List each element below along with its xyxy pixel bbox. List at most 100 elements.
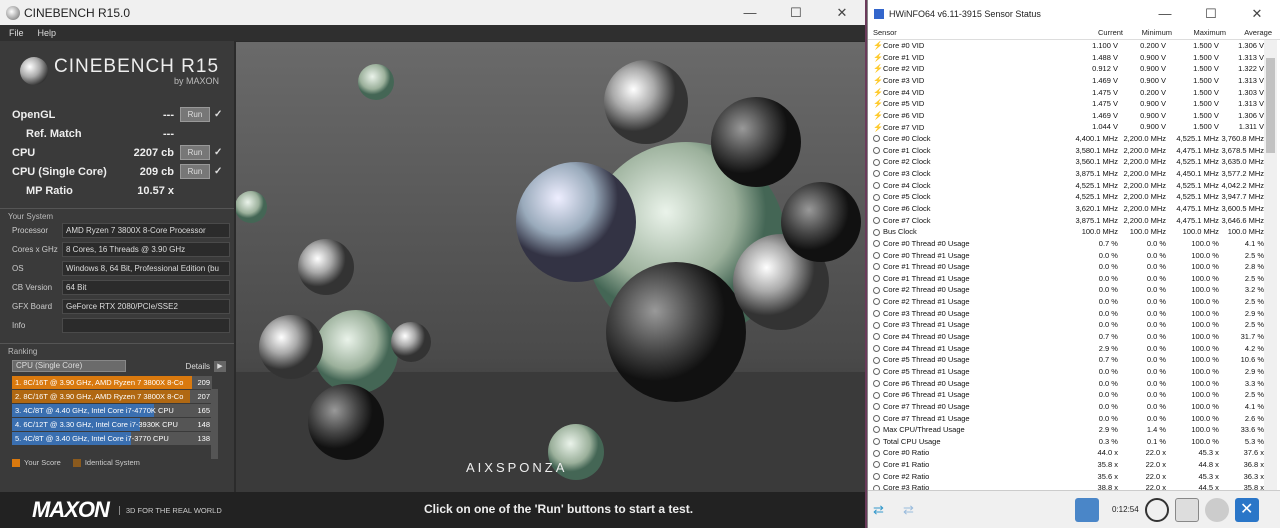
sensor-row[interactable]: ⚡ Core #2 VID 0.912 V 0.900 V 1.500 V 1.322 V bbox=[868, 63, 1264, 75]
menu-help[interactable]: Help bbox=[38, 28, 57, 38]
sensor-current: 38.8 x bbox=[1097, 483, 1118, 490]
sensor-scrollbar[interactable] bbox=[1264, 40, 1277, 490]
col-minimum[interactable]: Minimum bbox=[1123, 27, 1172, 39]
sensor-row[interactable]: ⚡ Core #4 VID 1.475 V 0.200 V 1.500 V 1.303 V bbox=[868, 87, 1264, 99]
network-icon[interactable] bbox=[1075, 497, 1099, 522]
sensor-name-cell: Core #4 Clock bbox=[868, 180, 1069, 192]
sensor-row[interactable]: Core #2 Thread #1 Usage 0.0 % 0.0 % 100.0 %… bbox=[868, 296, 1264, 308]
sensor-name-cell: ⚡ Core #2 VID bbox=[868, 63, 1069, 75]
sensor-minimum: 0.0 % bbox=[1146, 355, 1166, 365]
sensor-row[interactable]: Core #6 Thread #0 Usage 0.0 % 0.0 % 100.0 %… bbox=[868, 378, 1264, 390]
sensor-row[interactable]: Core #5 Clock 4,525.1 MHz 2,200.0 MHz 4,525… bbox=[868, 191, 1264, 203]
col-sensor[interactable]: Sensor bbox=[868, 27, 1073, 39]
check-icon: ✓ bbox=[214, 147, 223, 158]
system-value[interactable]: GeForce RTX 2080/PCIe/SSE2 bbox=[62, 299, 230, 314]
sensor-row[interactable]: Core #5 Thread #1 Usage 0.0 % 0.0 % 100.0 %… bbox=[868, 366, 1264, 378]
score-value: 2207 cb bbox=[133, 146, 174, 159]
clock-icon[interactable] bbox=[1144, 497, 1169, 522]
ranking-item[interactable]: 1. 8C/16T @ 3.90 GHz, AMD Ryzen 7 3800X … bbox=[12, 376, 212, 389]
sensor-row[interactable]: Core #1 Clock 3,580.1 MHz 2,200.0 MHz 4,475… bbox=[868, 145, 1264, 157]
menu-file[interactable]: File bbox=[9, 28, 24, 38]
ranking-name: 5. 4C/8T @ 3.40 GHz, Intel Core i7-3770 … bbox=[15, 434, 169, 443]
sensor-name-cell: Core #5 Thread #0 Usage bbox=[868, 354, 1069, 366]
report-icon[interactable] bbox=[1174, 497, 1199, 522]
sensor-row[interactable]: Core #3 Clock 3,875.1 MHz 2,200.0 MHz 4,450… bbox=[868, 168, 1264, 180]
system-value[interactable]: AMD Ryzen 7 3800X 8-Core Processor bbox=[62, 223, 230, 238]
hw-minimize-icon[interactable]: — bbox=[1142, 6, 1188, 21]
sensor-row[interactable]: Core #4 Clock 4,525.1 MHz 2,200.0 MHz 4,525… bbox=[868, 180, 1264, 192]
sensor-row[interactable]: Core #7 Thread #1 Usage 0.0 % 0.0 % 100.0 %… bbox=[868, 413, 1264, 425]
sensor-maximum: 100.0 % bbox=[1191, 285, 1219, 295]
nav-collapse-icon[interactable]: ⇄ bbox=[903, 503, 925, 516]
system-value[interactable]: Windows 8, 64 Bit, Professional Edition … bbox=[62, 261, 230, 276]
sensor-row[interactable]: Core #4 Thread #1 Usage 2.9 % 0.0 % 100.0 %… bbox=[868, 343, 1264, 355]
run-button[interactable]: Run bbox=[180, 107, 210, 122]
close-app-icon[interactable]: ✕ bbox=[1234, 497, 1259, 522]
sensor-row[interactable]: Max CPU/Thread Usage 2.9 % 1.4 % 100.0 % 33.… bbox=[868, 424, 1264, 436]
sensor-row[interactable]: Total CPU Usage 0.3 % 0.1 % 100.0 % 5.3 % bbox=[868, 436, 1264, 448]
sensor-row[interactable]: Core #3 Ratio 38.8 x 22.0 x 44.5 x 35.8 x bbox=[868, 482, 1264, 490]
system-row: OS Windows 8, 64 Bit, Professional Editio… bbox=[0, 259, 234, 278]
ranking-item[interactable]: 4. 6C/12T @ 3.30 GHz, Intel Core i7-3930… bbox=[12, 418, 212, 431]
sensor-row[interactable]: Core #5 Thread #0 Usage 0.7 % 0.0 % 100.0 %… bbox=[868, 354, 1264, 366]
ranking-scrollbar[interactable] bbox=[211, 389, 218, 459]
sensor-row[interactable]: ⚡ Core #1 VID 1.488 V 0.900 V 1.500 V 1.313 V bbox=[868, 52, 1264, 64]
col-current[interactable]: Current bbox=[1073, 27, 1123, 39]
ranking-item[interactable]: 2. 8C/16T @ 3.90 GHz, AMD Ryzen 7 3800X … bbox=[12, 390, 212, 403]
sensor-row[interactable]: Core #0 Clock 4,400.1 MHz 2,200.0 MHz 4,525… bbox=[868, 133, 1264, 145]
system-key: Cores x GHz bbox=[12, 245, 58, 254]
sensor-average: 3,600.5 MHz bbox=[1221, 203, 1264, 213]
sensor-minimum: 0.0 % bbox=[1146, 390, 1166, 400]
sensor-row[interactable]: Core #2 Thread #0 Usage 0.0 % 0.0 % 100.0 %… bbox=[868, 284, 1264, 296]
nav-left-right-icon[interactable]: ⇄ bbox=[873, 503, 895, 516]
sensor-name: Core #6 VID bbox=[883, 110, 925, 120]
sensor-name-cell: ⚡ Core #1 VID bbox=[868, 52, 1069, 64]
sensor-current: 3,620.1 MHz bbox=[1075, 203, 1118, 213]
col-average[interactable]: Average bbox=[1226, 27, 1272, 39]
sensor-row[interactable]: Core #7 Clock 3,875.1 MHz 2,200.0 MHz 4,475… bbox=[868, 215, 1264, 227]
sensor-row[interactable]: Core #0 Thread #1 Usage 0.0 % 0.0 % 100.0 %… bbox=[868, 250, 1264, 262]
system-value[interactable]: 8 Cores, 16 Threads @ 3.90 GHz bbox=[62, 242, 230, 257]
col-maximum[interactable]: Maximum bbox=[1172, 27, 1226, 39]
sensor-row[interactable]: ⚡ Core #0 VID 1.100 V 0.200 V 1.500 V 1.306 V bbox=[868, 40, 1264, 52]
sensor-row[interactable]: Core #1 Ratio 35.8 x 22.0 x 44.8 x 36.8 x bbox=[868, 459, 1264, 471]
sensor-row[interactable]: Bus Clock 100.0 MHz 100.0 MHz 100.0 MHz 100.… bbox=[868, 226, 1264, 238]
system-row: Info bbox=[0, 316, 234, 335]
sensor-row[interactable]: ⚡ Core #5 VID 1.475 V 0.900 V 1.500 V 1.313 V bbox=[868, 98, 1264, 110]
sensor-row[interactable]: Core #6 Clock 3,620.1 MHz 2,200.0 MHz 4,475… bbox=[868, 203, 1264, 215]
maximize-icon[interactable]: ☐ bbox=[773, 5, 819, 21]
system-value[interactable] bbox=[62, 318, 230, 333]
sensor-average: 31.7 % bbox=[1240, 332, 1264, 342]
sensor-row[interactable]: Core #0 Thread #0 Usage 0.7 % 0.0 % 100.0 %… bbox=[868, 238, 1264, 250]
sensor-row[interactable]: Core #3 Thread #1 Usage 0.0 % 0.0 % 100.0 %… bbox=[868, 319, 1264, 331]
hw-maximize-icon[interactable]: ☐ bbox=[1188, 6, 1234, 22]
sensor-name: Core #2 Clock bbox=[883, 157, 931, 167]
system-value[interactable]: 64 Bit bbox=[62, 280, 230, 295]
sensor-row[interactable]: Core #4 Thread #0 Usage 0.7 % 0.0 % 100.0 %… bbox=[868, 331, 1264, 343]
ranking-item[interactable]: 5. 4C/8T @ 3.40 GHz, Intel Core i7-3770 … bbox=[12, 432, 212, 445]
sensor-row[interactable]: ⚡ Core #6 VID 1.469 V 0.900 V 1.500 V 1.306 V bbox=[868, 110, 1264, 122]
sensor-name-cell: Core #5 Thread #1 Usage bbox=[868, 366, 1069, 378]
sensor-row[interactable]: Core #1 Thread #0 Usage 0.0 % 0.0 % 100.0 %… bbox=[868, 261, 1264, 273]
sensor-row[interactable]: ⚡ Core #3 VID 1.469 V 0.900 V 1.500 V 1.313 V bbox=[868, 75, 1264, 87]
ranking-select[interactable]: CPU (Single Core) bbox=[12, 360, 126, 372]
sensor-row[interactable]: Core #7 Thread #0 Usage 0.0 % 0.0 % 100.0 %… bbox=[868, 401, 1264, 413]
scrollbar-thumb[interactable] bbox=[1266, 58, 1275, 153]
sensor-current: 0.0 % bbox=[1098, 366, 1118, 376]
sensor-row[interactable]: Core #0 Ratio 44.0 x 22.0 x 45.3 x 37.6 x bbox=[868, 447, 1264, 459]
sensor-row[interactable]: Core #2 Clock 3,560.1 MHz 2,200.0 MHz 4,525… bbox=[868, 156, 1264, 168]
details-arrow-icon[interactable]: ▶ bbox=[214, 360, 226, 372]
sensor-row[interactable]: Core #6 Thread #1 Usage 0.0 % 0.0 % 100.0 %… bbox=[868, 389, 1264, 401]
sensor-row[interactable]: Core #1 Thread #1 Usage 0.0 % 0.0 % 100.0 %… bbox=[868, 273, 1264, 285]
close-icon[interactable]: ✕ bbox=[819, 5, 865, 21]
hw-close-icon[interactable]: ✕ bbox=[1234, 6, 1280, 22]
sensor-row[interactable]: ⚡ Core #7 VID 1.044 V 0.900 V 1.500 V 1.311 V bbox=[868, 121, 1264, 133]
run-button[interactable]: Run bbox=[180, 145, 210, 160]
settings-icon[interactable] bbox=[1204, 497, 1229, 522]
ranking-item[interactable]: 3. 4C/8T @ 4.40 GHz, Intel Core i7-4770K… bbox=[12, 404, 212, 417]
sensor-row[interactable]: Core #3 Thread #0 Usage 0.0 % 0.0 % 100.0 %… bbox=[868, 308, 1264, 320]
sensor-minimum: 0.0 % bbox=[1146, 366, 1166, 376]
run-button[interactable]: Run bbox=[180, 164, 210, 179]
sensor-row[interactable]: Core #2 Ratio 35.6 x 22.0 x 45.3 x 36.3 x bbox=[868, 471, 1264, 483]
minimize-icon[interactable]: — bbox=[727, 5, 773, 20]
